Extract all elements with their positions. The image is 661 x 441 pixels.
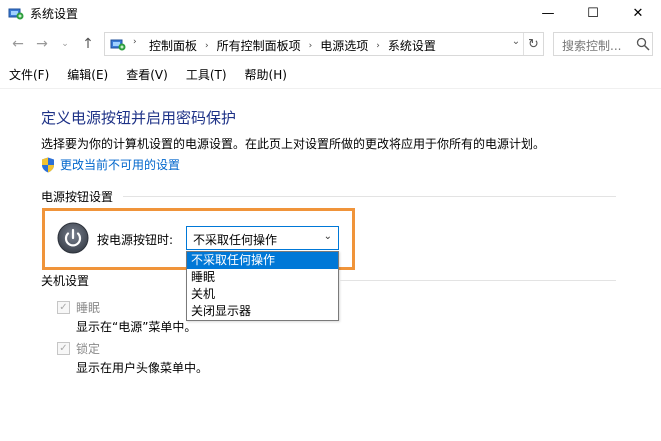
breadcrumb-item-system-settings[interactable]: 系统设置	[388, 37, 436, 54]
power-icon	[57, 222, 89, 254]
search-placeholder: 搜索控制...	[562, 39, 622, 53]
menu-divider	[0, 88, 661, 89]
shutdown-group-title: 关机设置	[41, 274, 90, 288]
dropdown-option-do-nothing[interactable]: 不采取任何操作	[187, 252, 338, 269]
breadcrumb-separator-icon[interactable]: ›	[309, 41, 313, 51]
lock-option: ✓ 锁定	[57, 340, 100, 357]
menu-edit[interactable]: 编辑(E)	[58, 63, 117, 85]
search-icon[interactable]	[636, 37, 650, 51]
lock-label: 锁定	[76, 342, 101, 356]
change-unavailable-settings-link[interactable]: 更改当前不可用的设置	[41, 156, 180, 173]
up-button[interactable]: ↑	[78, 34, 98, 54]
menu-file[interactable]: 文件(F)	[0, 63, 58, 85]
breadcrumb: 控制面板 › 所有控制面板项 › 电源选项 › 系统设置	[149, 37, 436, 54]
page-title: 定义电源按钮并启用密码保护	[41, 109, 237, 127]
breadcrumb-separator-icon[interactable]: ›	[205, 41, 209, 51]
shield-icon	[42, 157, 54, 172]
forward-button[interactable]: →	[32, 34, 52, 54]
sleep-checkbox[interactable]: ✓	[57, 301, 70, 314]
address-bar[interactable]: › 控制面板 › 所有控制面板项 › 电源选项 › 系统设置 ⌄ ↻	[104, 32, 544, 56]
menu-view[interactable]: 查看(V)	[117, 63, 177, 85]
menu-help[interactable]: 帮助(H)	[236, 63, 296, 85]
navigation-bar: ← → ⌄ ↑ › 控制面板 › 所有控制面板项 › 电源选项 › 系统设置 ⌄…	[0, 30, 661, 58]
power-button-action-select[interactable]: 不采取任何操作 ⌄	[186, 226, 339, 250]
sleep-option: ✓ 睡眠	[57, 299, 100, 316]
power-button-group-title: 电源按钮设置	[41, 190, 114, 204]
lock-description: 显示在用户头像菜单中。	[76, 361, 209, 375]
recent-locations-button[interactable]: ⌄	[58, 34, 72, 54]
lock-checkbox[interactable]: ✓	[57, 342, 70, 355]
power-button-action-value: 不采取任何操作	[193, 233, 278, 247]
close-button[interactable]: ✕	[615, 0, 661, 26]
maximize-button[interactable]: ☐	[570, 0, 616, 26]
menu-tools[interactable]: 工具(T)	[177, 63, 236, 85]
control-panel-icon	[110, 39, 126, 51]
window-title: 系统设置	[30, 7, 79, 21]
breadcrumb-item-power-options[interactable]: 电源选项	[320, 37, 368, 54]
title-bar: 系统设置 — ☐ ✕	[0, 0, 661, 26]
search-box[interactable]: 搜索控制...	[553, 32, 653, 56]
control-panel-icon	[8, 8, 24, 20]
breadcrumb-item-all-items[interactable]: 所有控制面板项	[217, 37, 301, 54]
breadcrumb-root-chevron-icon[interactable]: ›	[133, 37, 137, 47]
power-button-action-label: 按电源按钮时:	[97, 233, 174, 247]
page-description: 选择要为你的计算机设置的电源设置。在此页上对设置所做的更改将应用于你所有的电源计…	[41, 137, 546, 151]
back-button[interactable]: ←	[8, 34, 28, 54]
group-divider	[340, 280, 616, 281]
minimize-button[interactable]: —	[525, 0, 571, 26]
address-history-dropdown-icon[interactable]: ⌄	[509, 36, 523, 47]
power-action-dropdown-list: 不采取任何操作 睡眠 关机 关闭显示器	[186, 251, 339, 321]
menu-bar: 文件(F) 编辑(E) 查看(V) 工具(T) 帮助(H)	[0, 63, 661, 85]
breadcrumb-item-control-panel[interactable]: 控制面板	[149, 37, 197, 54]
chevron-down-icon: ⌄	[323, 231, 332, 242]
dropdown-option-shutdown[interactable]: 关机	[187, 286, 338, 303]
group-divider	[123, 196, 616, 197]
change-settings-link-text[interactable]: 更改当前不可用的设置	[60, 156, 180, 173]
dropdown-option-turn-off-display[interactable]: 关闭显示器	[187, 303, 338, 320]
refresh-button[interactable]: ↻	[523, 33, 543, 55]
breadcrumb-separator-icon[interactable]: ›	[376, 41, 380, 51]
sleep-description: 显示在“电源”菜单中。	[76, 320, 197, 334]
sleep-label: 睡眠	[76, 301, 101, 315]
dropdown-option-sleep[interactable]: 睡眠	[187, 269, 338, 286]
